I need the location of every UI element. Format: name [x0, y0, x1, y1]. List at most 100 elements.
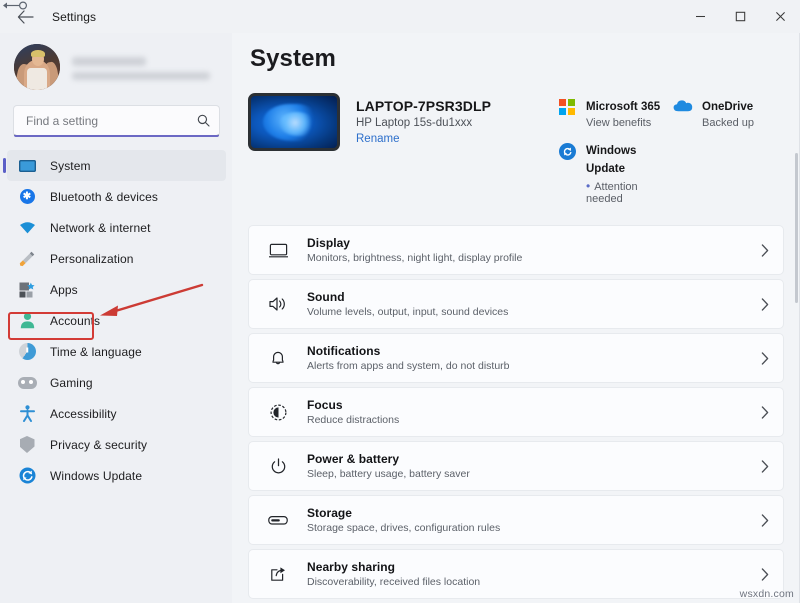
- settings-row-nearby-sharing[interactable]: Nearby sharing Discoverability, received…: [248, 549, 784, 599]
- sidebar-item-accessibility[interactable]: Accessibility: [7, 398, 226, 429]
- chevron-right-icon: [761, 351, 769, 365]
- status-card-microsoft-365[interactable]: Microsoft 365 View benefits: [556, 97, 672, 129]
- settings-row-subtitle: Sleep, battery usage, battery saver: [307, 468, 470, 480]
- sidebar-item-system[interactable]: System: [3, 150, 226, 181]
- user-name-redacted: [72, 56, 146, 66]
- sidebar-item-label: System: [50, 158, 91, 173]
- status-card-subtitle: Backed up: [702, 117, 754, 129]
- display-monitor-icon: [265, 243, 291, 258]
- settings-row-subtitle: Discoverability, received files location: [307, 576, 481, 588]
- settings-window: Settings Find a setting System ✱ Bluetoo…: [0, 0, 800, 603]
- sidebar-item-label: Bluetooth & devices: [50, 189, 158, 204]
- watermark: wsxdn.com: [739, 588, 794, 600]
- device-info: LAPTOP-7PSR3DLP HP Laptop 15s-du1xxx Ren…: [356, 93, 491, 145]
- back-button[interactable]: [8, 3, 42, 31]
- status-card-subtitle: Attention needed: [586, 179, 672, 205]
- minimize-icon: [695, 15, 705, 18]
- settings-row-subtitle: Alerts from apps and system, do not dist…: [307, 360, 510, 372]
- chevron-right-icon: [761, 297, 769, 311]
- microsoft-logo-icon: [556, 97, 578, 115]
- settings-row-title: Power & battery: [307, 452, 400, 466]
- update-refresh-icon: [556, 141, 578, 160]
- power-icon: [265, 457, 291, 475]
- focus-moon-icon: [265, 403, 291, 421]
- chevron-right-icon: [761, 513, 769, 527]
- search-focus-underline: [14, 135, 219, 137]
- sidebar-item-accounts[interactable]: Accounts: [7, 305, 226, 336]
- device-name: LAPTOP-7PSR3DLP: [356, 98, 492, 114]
- title-bar: Settings: [0, 0, 800, 33]
- apps-grid-icon: [16, 279, 38, 301]
- status-card-windows-update[interactable]: Windows Update Attention needed: [556, 141, 672, 205]
- bluetooth-icon: ✱: [16, 186, 38, 208]
- sidebar-item-time-language[interactable]: Time & language: [7, 336, 226, 367]
- close-icon: [775, 12, 785, 21]
- settings-row-sound[interactable]: Sound Volume levels, output, input, soun…: [248, 279, 784, 329]
- settings-row-subtitle: Monitors, brightness, night light, displ…: [307, 252, 523, 264]
- back-arrow-icon: [17, 9, 34, 24]
- sidebar-item-label: Windows Update: [50, 468, 143, 483]
- settings-row-title: Notifications: [307, 344, 381, 358]
- sidebar-item-personalization[interactable]: Personalization: [7, 243, 226, 274]
- sidebar-item-label: Network & internet: [50, 220, 151, 235]
- user-email-redacted: [72, 71, 210, 80]
- status-card-title: OneDrive: [702, 101, 754, 113]
- sidebar-item-gaming[interactable]: Gaming: [7, 367, 226, 398]
- sidebar-item-windows-update[interactable]: Windows Update: [7, 460, 226, 491]
- update-refresh-icon: [16, 465, 38, 487]
- rename-link[interactable]: Rename: [356, 133, 491, 145]
- device-model: HP Laptop 15s-du1xxx: [356, 117, 473, 129]
- settings-row-power-battery[interactable]: Power & battery Sleep, battery usage, ba…: [248, 441, 784, 491]
- user-profile[interactable]: [0, 33, 232, 95]
- chevron-right-icon: [761, 405, 769, 419]
- search-input[interactable]: [26, 113, 197, 128]
- sidebar-item-label: Apps: [50, 282, 78, 297]
- bell-icon: [265, 350, 291, 367]
- device-summary-area: LAPTOP-7PSR3DLP HP Laptop 15s-du1xxx Ren…: [248, 93, 784, 205]
- gamepad-icon: [16, 372, 38, 394]
- chevron-right-icon: [761, 243, 769, 257]
- chevron-right-icon: [761, 459, 769, 473]
- sidebar-item-privacy-security[interactable]: Privacy & security: [7, 429, 226, 460]
- sidebar-item-label: Accessibility: [50, 406, 117, 421]
- sidebar-item-label: Privacy & security: [50, 437, 148, 452]
- status-card-onedrive[interactable]: OneDrive Backed up: [672, 97, 782, 129]
- settings-row-title: Storage: [307, 506, 353, 520]
- avatar: [14, 44, 60, 90]
- person-icon: [16, 310, 38, 332]
- status-card-subtitle: View benefits: [586, 117, 652, 129]
- settings-row-subtitle: Reduce distractions: [307, 414, 400, 426]
- share-icon: [265, 566, 291, 582]
- clock-icon: [16, 341, 38, 363]
- vertical-scrollbar[interactable]: [793, 33, 800, 603]
- scrollbar-thumb[interactable]: [795, 153, 798, 303]
- settings-row-display[interactable]: Display Monitors, brightness, night ligh…: [248, 225, 784, 275]
- settings-row-notifications[interactable]: Notifications Alerts from apps and syste…: [248, 333, 784, 383]
- settings-row-focus[interactable]: Focus Reduce distractions: [248, 387, 784, 437]
- window-body: System ✱ Bluetooth & devices Network & i…: [0, 33, 800, 603]
- window-controls: [680, 0, 800, 33]
- maximize-button[interactable]: [720, 0, 760, 33]
- sidebar: System ✱ Bluetooth & devices Network & i…: [0, 33, 232, 603]
- settings-row-title: Focus: [307, 398, 343, 412]
- device-card: LAPTOP-7PSR3DLP HP Laptop 15s-du1xxx Ren…: [248, 93, 491, 151]
- speaker-icon: [265, 296, 291, 312]
- search-box[interactable]: [13, 105, 220, 137]
- monitor-icon: [16, 155, 38, 177]
- main-content: System LAPTOP-7PSR3DLP HP Laptop 15s-du1…: [232, 33, 800, 603]
- settings-row-title: Sound: [307, 290, 345, 304]
- sidebar-item-apps[interactable]: Apps: [7, 274, 226, 305]
- storage-drive-icon: [265, 515, 291, 526]
- sidebar-item-network-internet[interactable]: Network & internet: [7, 212, 226, 243]
- search-icon: [197, 114, 210, 127]
- minimize-button[interactable]: [680, 0, 720, 33]
- settings-row-title: Nearby sharing: [307, 560, 396, 574]
- settings-row-storage[interactable]: Storage Storage space, drives, configura…: [248, 495, 784, 545]
- close-button[interactable]: [760, 0, 800, 33]
- settings-row-title: Display: [307, 236, 351, 250]
- search-area: [0, 95, 232, 137]
- sidebar-item-bluetooth-devices[interactable]: ✱ Bluetooth & devices: [7, 181, 226, 212]
- status-card-title: Microsoft 365: [586, 101, 661, 113]
- settings-row-subtitle: Volume levels, output, input, sound devi…: [307, 306, 509, 318]
- sidebar-nav: System ✱ Bluetooth & devices Network & i…: [0, 150, 232, 491]
